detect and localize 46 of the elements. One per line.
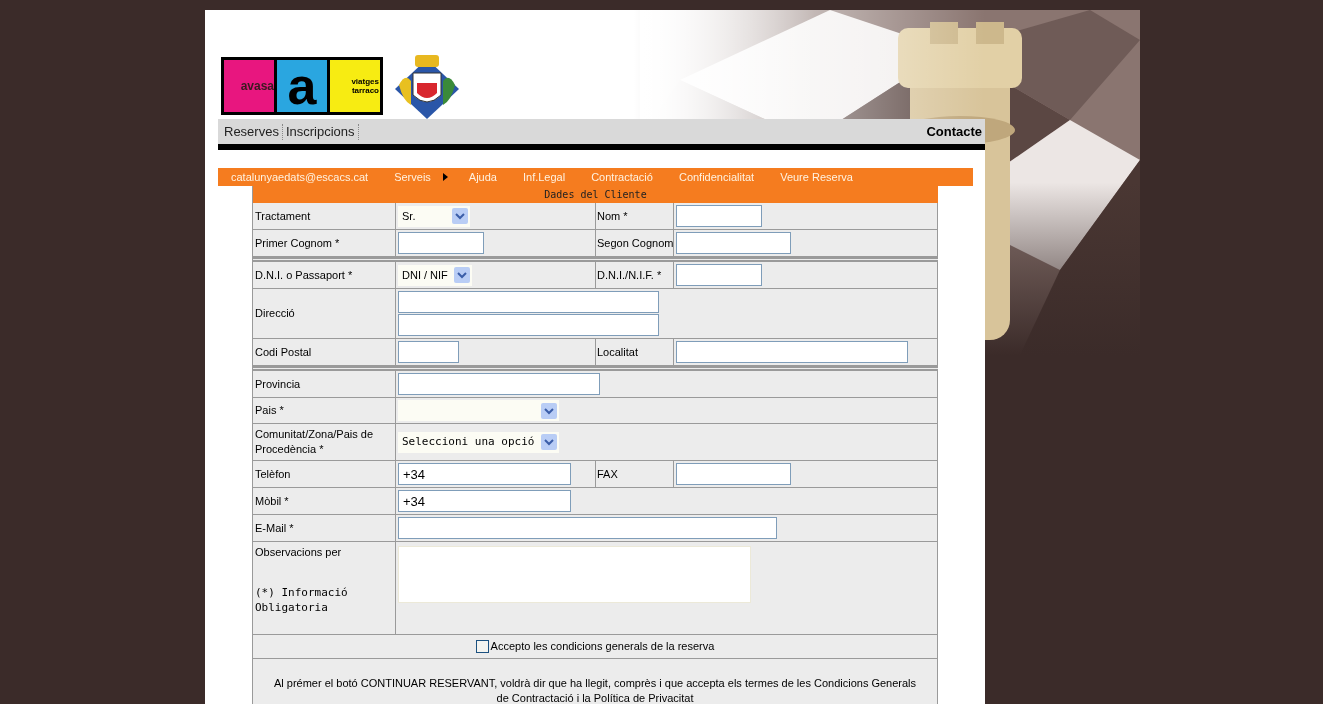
field-label: FAX [597,466,618,482]
observations-field[interactable] [398,546,751,603]
input-field[interactable]: +34 [398,463,571,485]
field-label: Segon Cognom [597,235,674,251]
input-field[interactable] [398,373,600,395]
select-field[interactable] [398,400,559,421]
contact-link[interactable]: Contacte [926,121,982,142]
input-field[interactable] [398,314,659,336]
field-label: Localitat [597,344,638,360]
input-field[interactable]: +34 [398,490,571,512]
field-label: Pais * [255,403,285,418]
required-note: (*) Informació Obligatoria [255,585,349,615]
input-field[interactable] [398,291,659,313]
field-label: Mòbil * [255,493,290,509]
nav-link[interactable]: Reserves [221,123,283,140]
field-label: Provincia [255,376,302,392]
logo: avasa a viatges tarraco [221,57,383,115]
select-field[interactable]: Seleccioni una opció [398,431,559,453]
input-field[interactable] [676,264,762,286]
input-field[interactable] [398,517,777,539]
select-field[interactable]: DNI / NIF [398,264,472,286]
field-label: Comunitat/Zona/Pais de Procedència * [255,427,373,457]
nav-link[interactable]: Inscripcions [282,123,359,140]
field-label: Nom * [597,208,628,224]
field-label: Codi Postal [255,344,313,360]
input-field[interactable] [676,341,908,363]
input-field[interactable] [676,463,791,485]
submenu-arrow-icon [442,173,448,181]
field-label: Tractament [255,208,312,224]
field-label: E-Mail * [255,520,295,536]
terms-text: Al prémer el botó CONTINUAR RESERVANT, voldrà dir que ha llegit, comprès i que accepta els termes de les Condicions Generals de Contractació i la Política de Privacitat [273,676,917,704]
field-label: D.N.I. o Passaport * [255,267,354,283]
form-title: Dades del Cliente [253,186,938,203]
input-field[interactable] [676,232,791,254]
accept-label: Accepto les condicions generals de la reserva [490,639,715,655]
select-field[interactable]: Sr. [398,205,470,227]
crest-icon [393,53,461,119]
input-field[interactable] [398,232,484,254]
field-label: Observacions per [255,545,343,560]
input-field[interactable] [398,341,459,363]
field-label: D.N.I./N.I.F. * [597,267,662,283]
input-field[interactable] [676,205,762,227]
field-label: Telèfon [255,466,292,482]
accept-checkbox[interactable] [475,640,489,653]
field-label: Primer Cognom * [255,235,341,251]
field-label: Direcció [255,306,296,321]
